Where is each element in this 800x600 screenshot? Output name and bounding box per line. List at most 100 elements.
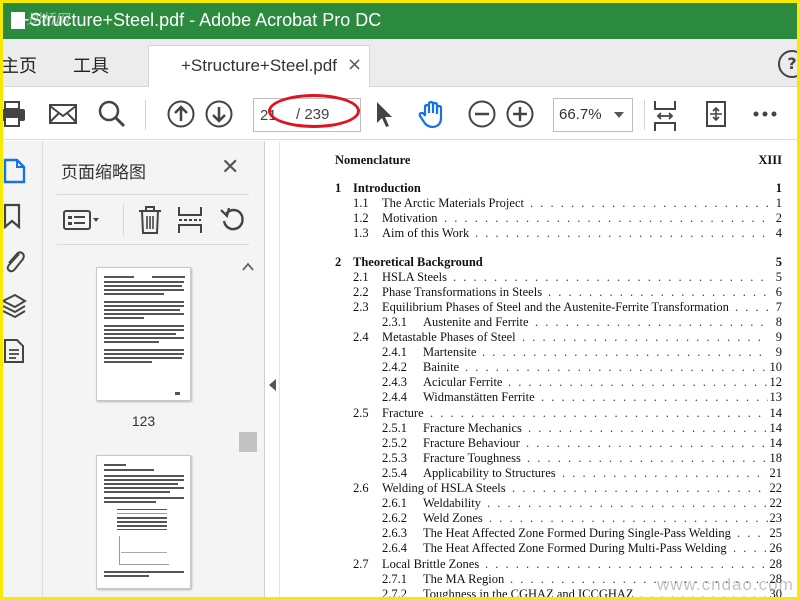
toc-leader: . . . . . . . . . . . . . . . . . . . . … [733, 541, 768, 556]
toc-entry[interactable]: 2.6.4 The Heat Affected Zone Formed Durin… [280, 541, 797, 556]
arrow-down-icon[interactable] [204, 99, 234, 129]
close-panel-icon[interactable]: ✕ [221, 155, 239, 180]
navigation-sidebar [3, 141, 43, 597]
thumbnails-panel: 页面缩略图 ✕ 123 [43, 141, 265, 597]
extract-icon[interactable] [177, 205, 203, 239]
toc-number: 2.5.4 [382, 465, 407, 480]
close-tab-icon[interactable]: × [347, 54, 362, 75]
toc-number: 1.3 [353, 226, 369, 241]
toc-entry[interactable]: 1.2 Motivation . . . . . . . . . . . . . .… [280, 211, 797, 226]
toc-leader: . . . . . . . . . . . . . . . . . . . . … [487, 496, 768, 511]
toc-entry[interactable]: 2.4.2 Bainite . . . . . . . . . . . . . . … [280, 360, 797, 375]
toc-title: The Heat Affected Zone Formed During Sin… [423, 526, 731, 541]
toc-entry[interactable]: 1.3 Aim of this Work . . . . . . . . . . .… [280, 226, 797, 241]
delete-icon[interactable] [137, 205, 163, 239]
arrow-up-icon[interactable] [166, 99, 196, 129]
toc-leader: . . . . . . . . . . . . . . . . . . . . … [548, 284, 768, 299]
help-icon[interactable]: ? [778, 50, 797, 78]
toc-entry[interactable]: 1.1 The Arctic Materials Project . . . . .… [280, 196, 797, 211]
chevron-up-icon[interactable] [242, 261, 254, 275]
toc-title: Martensite [423, 345, 477, 360]
search-icon[interactable] [97, 99, 127, 129]
zoom-out-icon[interactable] [467, 99, 497, 129]
toc-page: XIII [758, 153, 782, 167]
tab-document[interactable]: +Structure+Steel.pdf × [148, 45, 370, 87]
toc-title: Austenite and Ferrite [423, 314, 529, 329]
toc-entry[interactable]: Nomenclature XIII [280, 153, 797, 168]
zoom-value: 66.7% [559, 106, 602, 123]
toc-number: 2.6.3 [382, 526, 407, 541]
toc-entry[interactable]: 2.2 Phase Transformations in Steels . . . … [280, 285, 797, 300]
toc-entry[interactable]: 2.5.3 Fracture Toughness . . . . . . . . .… [280, 451, 797, 466]
toc-entry[interactable]: 2.3 Equilibrium Phases of Steel and the A… [280, 300, 797, 315]
toc-number: 2.5.2 [382, 435, 407, 450]
toc-number: 2.4.4 [382, 390, 407, 405]
rotate-icon[interactable] [219, 205, 247, 239]
toc-entry[interactable]: 2.4.4 Widmanstätten Ferrite . . . . . . . … [280, 390, 797, 405]
tab-home[interactable]: 主页 [3, 52, 37, 78]
toc-entry[interactable]: 2.4 Metastable Phases of Steel . . . . . .… [280, 330, 797, 345]
toc-entry[interactable]: 2.3.1 Austenite and Ferrite . . . . . . . … [280, 315, 797, 330]
toc-title: Acicular Ferrite [423, 375, 503, 390]
fit-page-icon[interactable] [652, 99, 678, 131]
toc-page: 6 [775, 284, 782, 299]
toc-title: Introduction [353, 181, 421, 196]
toc-entry[interactable]: 2.6.3 The Heat Affected Zone Formed Durin… [280, 526, 797, 541]
toc-page: 18 [769, 450, 783, 465]
layers-icon[interactable] [3, 293, 27, 319]
options-icon[interactable] [63, 208, 103, 236]
toc-entry[interactable]: 2.6.1 Weldability . . . . . . . . . . . . … [280, 496, 797, 511]
toc-entry[interactable]: 2.4.1 Martensite . . . . . . . . . . . . .… [280, 345, 797, 360]
collapse-panel-icon[interactable] [267, 377, 277, 391]
scrollbar-thumb[interactable] [239, 432, 257, 452]
toc-number: 2.6.1 [382, 496, 407, 511]
mail-icon[interactable] [48, 99, 78, 129]
toc-entry[interactable]: 1 Introduction 1 [280, 181, 797, 196]
page-thumbnail[interactable] [96, 267, 191, 401]
toc-entry[interactable]: 2 Theoretical Background 5 [280, 255, 797, 270]
toc-entry[interactable]: 2.7 Local Brittle Zones . . . . . . . . . … [280, 557, 797, 572]
thumbnail-scrollbar[interactable] [239, 261, 257, 597]
zoom-select[interactable]: 66.7% [553, 98, 633, 132]
more-icon[interactable] [752, 99, 780, 129]
toc-leader: . . . . . . . . . . . . . . . . . . . . … [489, 511, 768, 526]
toc-entry[interactable]: 2.6.2 Weld Zones . . . . . . . . . . . . .… [280, 511, 797, 526]
toc-leader: . . . . . . . . . . . . . . . . . . . . … [444, 211, 768, 226]
toc-title: Fracture [382, 405, 424, 420]
toc-entry[interactable]: 2.5.1 Fracture Mechanics . . . . . . . . .… [280, 421, 797, 436]
toc-entry[interactable]: 2.1 HSLA Steels . . . . . . . . . . . . . … [280, 270, 797, 285]
toc-number: 2.1 [353, 269, 369, 284]
acrobat-window: 逆桥网 +Structure+Steel.pdf - Adobe Acrobat… [3, 3, 797, 597]
rotate-page-icon[interactable] [702, 99, 730, 129]
page-thumbnail[interactable] [96, 455, 191, 589]
toc-entry[interactable]: 2.5 Fracture . . . . . . . . . . . . . . .… [280, 406, 797, 421]
toc-leader: . . . . . . . . . . . . . . . . . . . . … [522, 330, 768, 344]
toc-page: 14 [769, 405, 783, 420]
thumbnails-icon[interactable] [3, 158, 27, 184]
toc-title: Fracture Behaviour [423, 435, 520, 450]
hand-icon[interactable] [417, 99, 447, 129]
toc-page: 14 [769, 420, 783, 435]
site-watermark: www.cndao.com [657, 575, 794, 594]
tab-tools[interactable]: 工具 [73, 52, 109, 78]
toc-title: The MA Region [423, 571, 505, 586]
content-icon[interactable] [3, 338, 27, 364]
toc-page: 28 [769, 556, 783, 571]
toc-number: 2.2 [353, 284, 369, 299]
toc-entry[interactable]: 2.5.2 Fracture Behaviour . . . . . . . . .… [280, 436, 797, 451]
toc-number: 2.3.1 [382, 314, 407, 329]
toc-title: The Heat Affected Zone Formed During Mul… [423, 541, 727, 556]
toc-entry[interactable]: 2.5.4 Applicability to Structures . . . . … [280, 466, 797, 481]
toc-page: 4 [775, 226, 782, 241]
printer-icon[interactable] [3, 99, 27, 129]
toc-entry[interactable]: 2.4.3 Acicular Ferrite . . . . . . . . . .… [280, 375, 797, 390]
attachment-icon[interactable] [3, 248, 27, 274]
toc-title: Motivation [382, 211, 438, 226]
document-view[interactable]: Nomenclature XIII 1 Introduction 1 1.1 The Arc… [279, 141, 797, 597]
toc-title: Bainite [423, 360, 460, 375]
toc-entry[interactable]: 2.6 Welding of HSLA Steels . . . . . . . .… [280, 481, 797, 496]
zoom-in-icon[interactable] [505, 99, 535, 129]
bookmark-icon[interactable] [3, 203, 27, 230]
pointer-icon[interactable] [372, 99, 396, 129]
toc-page: 12 [769, 375, 783, 390]
